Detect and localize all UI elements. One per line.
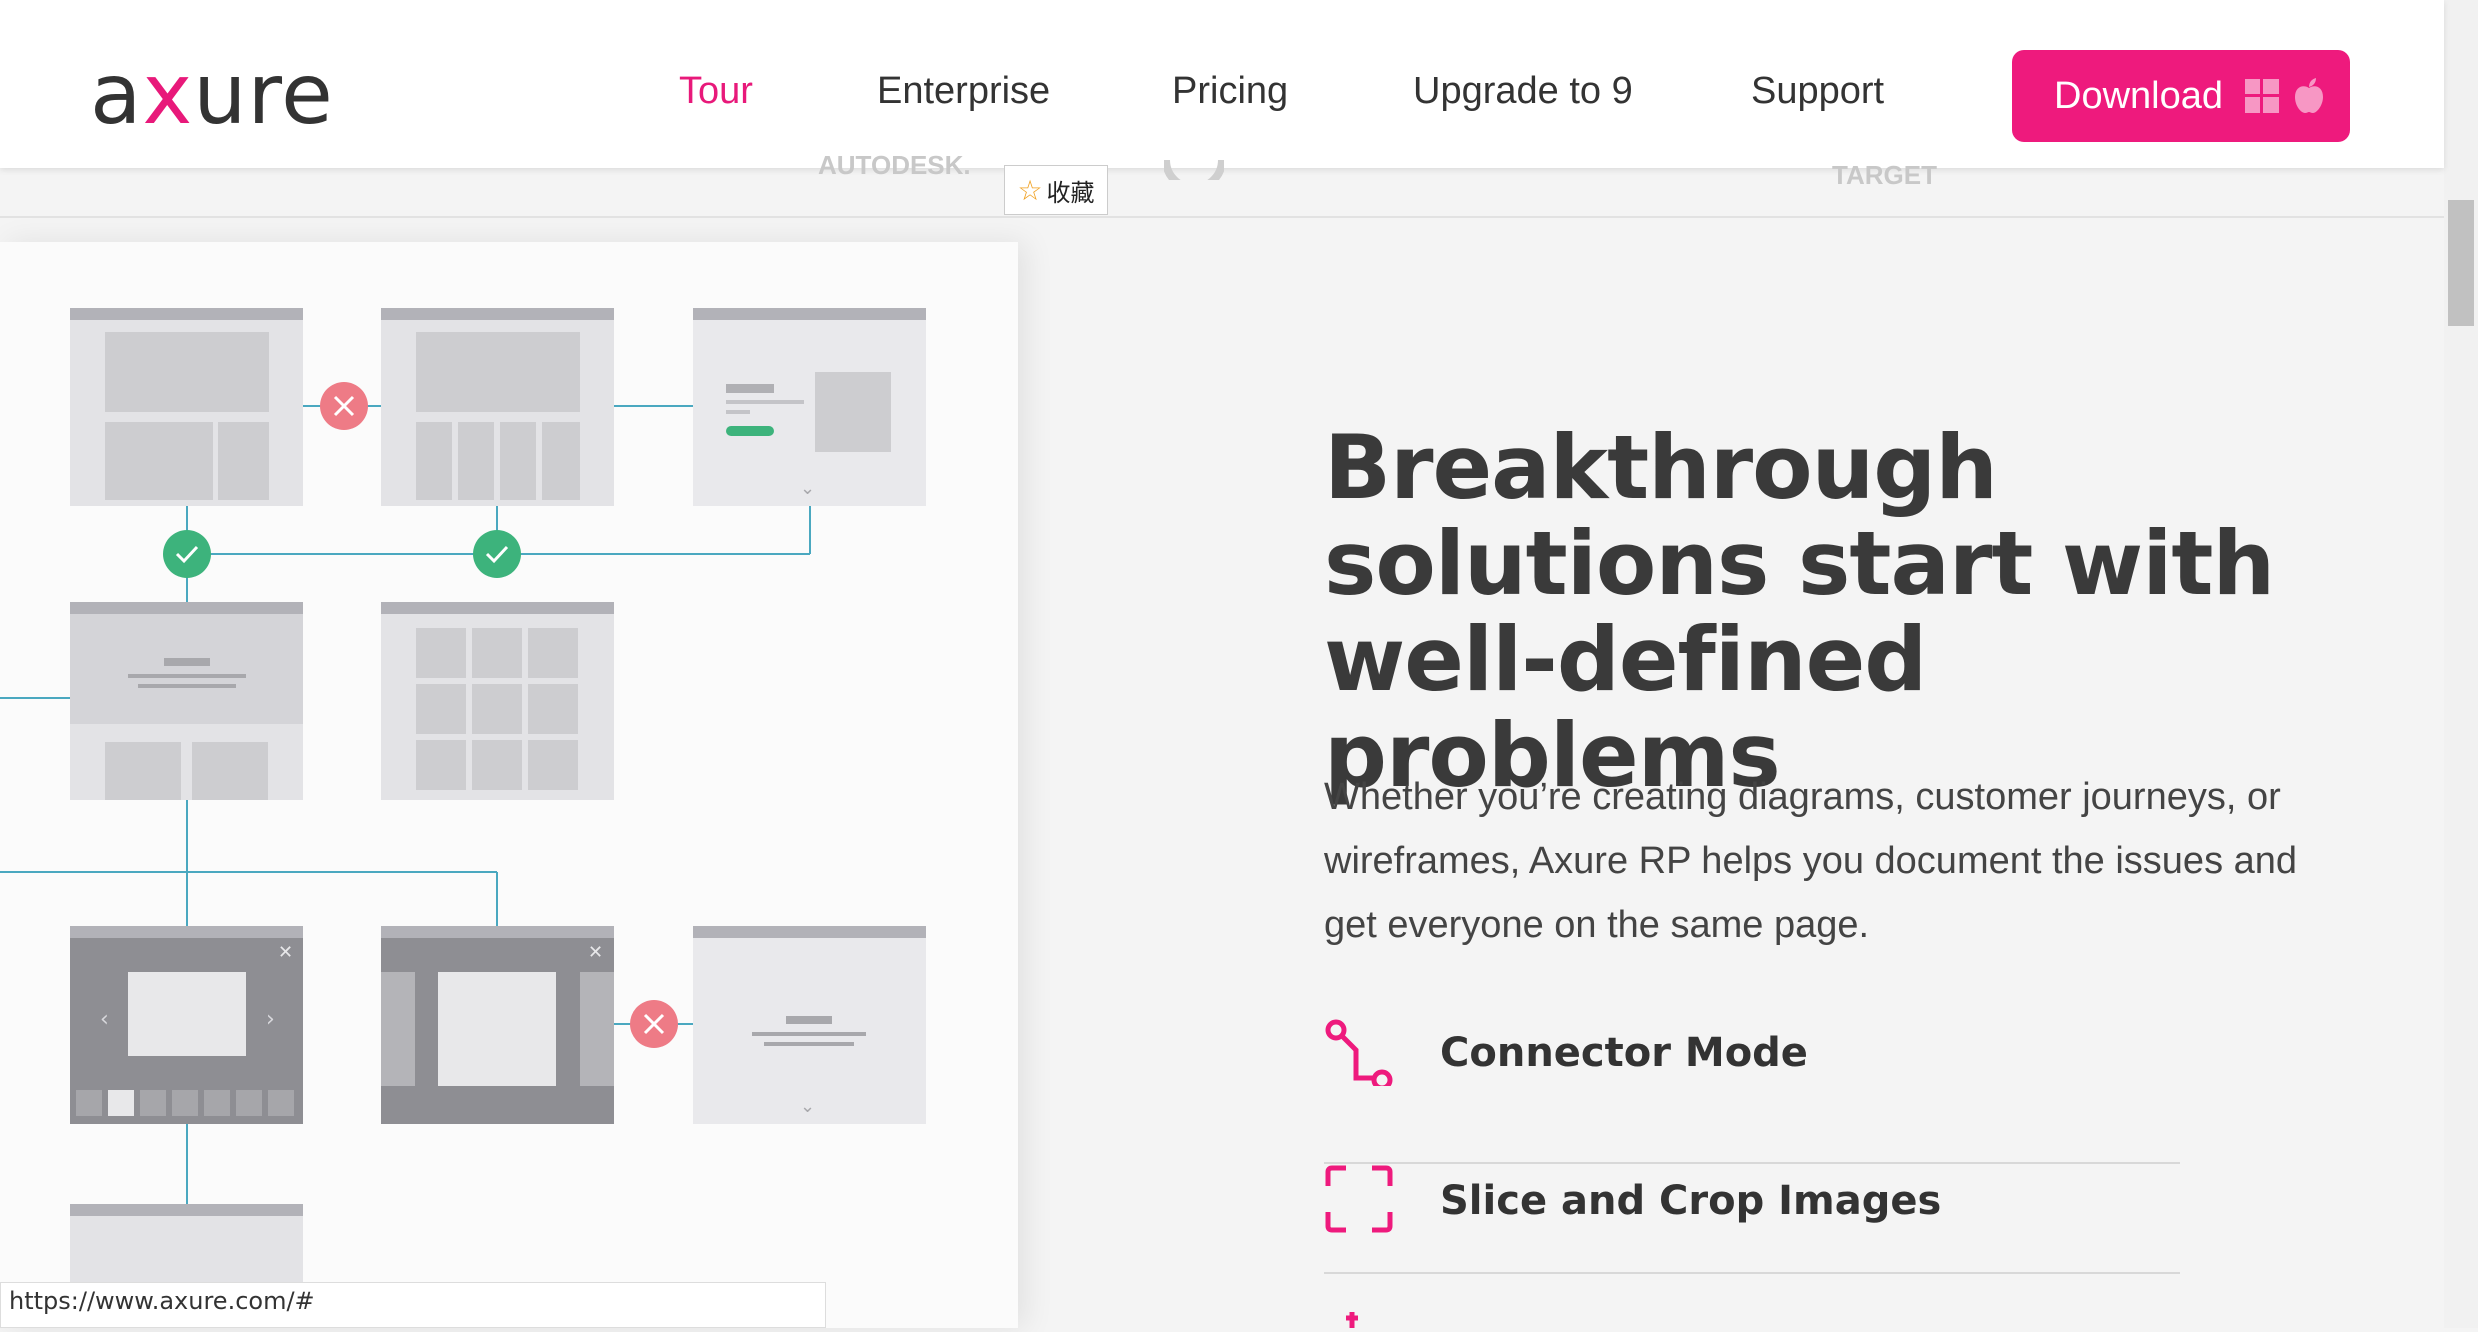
wireframe-card-modal: ✕ (381, 926, 614, 1124)
feature-connector-mode[interactable]: Connector Mode (1324, 1016, 2180, 1164)
wireframe-card: ⌄ (693, 926, 926, 1124)
customer-logo-autodesk: AUTODESK. (818, 150, 971, 180)
hero-paragraph: Whether you’re creating diagrams, custom… (1324, 776, 2298, 946)
nav-support[interactable]: Support (1751, 72, 1884, 110)
section-divider (0, 216, 2444, 218)
heading-line: solutions start with (1324, 512, 2275, 615)
favorite-label: 收藏 (1046, 178, 1095, 207)
wireframe-card (381, 308, 614, 506)
apple-icon (2295, 78, 2323, 113)
windows-icon (2245, 79, 2279, 113)
hero-heading: Breakthrough solutions start with well-d… (1324, 420, 2324, 804)
feature-label: Connector Mode (1440, 1030, 1808, 1076)
scrollbar-thumb[interactable] (2448, 200, 2474, 326)
wireframe-card (693, 308, 926, 506)
svg-text:⌄: ⌄ (800, 478, 815, 499)
axure-logo[interactable]: axure (90, 52, 334, 136)
wireframe-card-lightbox: ‹ › ✕ (70, 926, 303, 1124)
next-feature-icon (1346, 1312, 1358, 1328)
svg-text:⌄: ⌄ (800, 1096, 815, 1117)
error-marker (320, 382, 368, 430)
crop-icon (1325, 1165, 1393, 1233)
status-url: https://www.axure.com/# (0, 1282, 826, 1328)
connector-icon (1325, 1019, 1393, 1086)
feature-label: Slice and Crop Images (1440, 1178, 1942, 1224)
customer-logo-target: TARGET (1832, 160, 1937, 190)
flow-diagram: ‹ › ✕ ✕ ⌄ ⌄ (0, 308, 926, 1328)
site-header: axure Tour Enterprise Pricing Upgrade to… (0, 0, 2444, 168)
check-marker (473, 530, 521, 578)
download-button[interactable]: Download (2012, 50, 2350, 142)
wireframe-card (70, 602, 303, 800)
svg-text:✕: ✕ (278, 942, 293, 963)
download-label: Download (2054, 74, 2223, 117)
nav-upgrade[interactable]: Upgrade to 9 (1413, 72, 1633, 110)
star-icon: ☆ (1017, 173, 1043, 207)
nav-enterprise[interactable]: Enterprise (877, 72, 1050, 110)
nav-tour[interactable]: Tour (679, 72, 753, 110)
customer-logo-circle (1164, 160, 1224, 180)
svg-text:✕: ✕ (588, 942, 603, 963)
heading-line: Breakthrough (1324, 416, 1998, 519)
favorite-button[interactable]: ☆ 收藏 (1004, 165, 1108, 215)
svg-text:›: › (266, 1007, 275, 1032)
feature-slice-crop[interactable]: Slice and Crop Images (1324, 1164, 2180, 1274)
nav-pricing[interactable]: Pricing (1172, 72, 1288, 110)
svg-text:‹: ‹ (100, 1007, 109, 1032)
check-marker (163, 530, 211, 578)
error-marker (630, 1000, 678, 1048)
wireframe-card (70, 308, 303, 506)
wireframe-card (381, 602, 614, 800)
flow-diagram-panel: ‹ › ✕ ✕ ⌄ ⌄ (0, 242, 1018, 1328)
